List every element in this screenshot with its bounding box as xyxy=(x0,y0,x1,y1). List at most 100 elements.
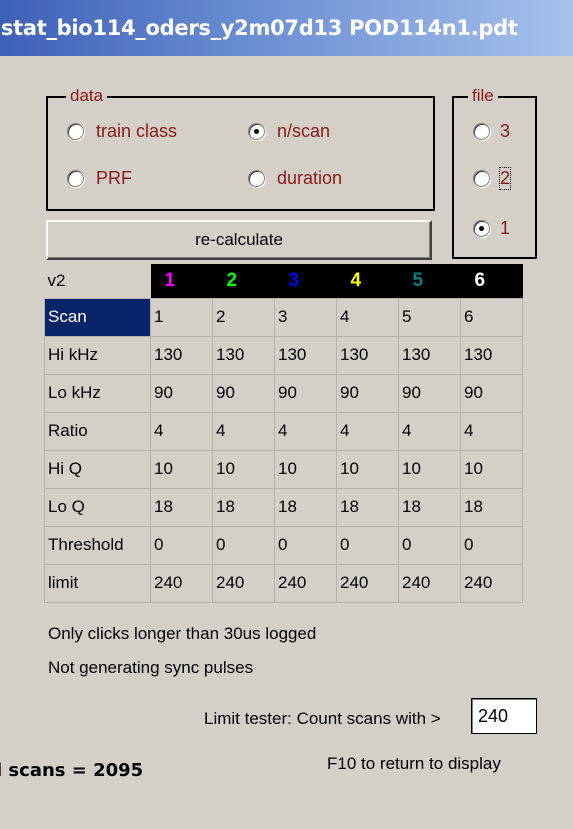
table-cell[interactable]: 2 xyxy=(212,297,275,337)
table-cell[interactable]: 130 xyxy=(460,335,523,375)
table-cell[interactable]: 240 xyxy=(398,563,461,603)
scan-count: l scans = 2095 xyxy=(0,760,144,781)
table-cell[interactable]: 90 xyxy=(460,373,523,413)
table-cell[interactable]: 0 xyxy=(212,525,275,565)
data-group-legend: data xyxy=(66,85,108,107)
table-cell[interactable]: 240 xyxy=(336,563,399,603)
table-cell[interactable]: 10 xyxy=(460,449,523,489)
radio-file-1-label: 1 xyxy=(500,218,511,238)
radio-duration[interactable]: duration xyxy=(248,168,342,189)
row-label[interactable]: Scan xyxy=(44,297,151,337)
column-header[interactable]: 3 xyxy=(274,264,337,298)
table-cell[interactable]: 0 xyxy=(460,525,523,565)
table-cell[interactable]: 240 xyxy=(150,563,213,603)
limit-tester-label: Limit tester: Count scans with > xyxy=(204,709,441,728)
radio-duration-label: duration xyxy=(277,168,343,188)
table-cell[interactable]: 18 xyxy=(336,487,399,527)
radio-file-3-label: 3 xyxy=(500,121,511,141)
table-cell[interactable]: 10 xyxy=(212,449,275,489)
table-cell[interactable]: 90 xyxy=(274,373,337,413)
table-cell[interactable]: 5 xyxy=(398,297,461,337)
row-label[interactable]: Lo Q xyxy=(44,487,151,527)
table-cell[interactable]: 240 xyxy=(460,563,523,603)
recalculate-button[interactable]: re-calculate xyxy=(46,220,432,260)
table-cell[interactable]: 90 xyxy=(398,373,461,413)
table-cell[interactable]: 4 xyxy=(274,411,337,451)
table-cell[interactable]: 4 xyxy=(460,411,523,451)
column-header[interactable]: 5 xyxy=(398,264,461,298)
table-cell[interactable]: 90 xyxy=(212,373,275,413)
column-header[interactable]: 1 xyxy=(150,264,213,298)
table-cell[interactable]: 6 xyxy=(460,297,523,337)
row-label[interactable]: Ratio xyxy=(44,411,151,451)
table-cell[interactable]: 4 xyxy=(150,411,213,451)
table-cell[interactable]: 18 xyxy=(398,487,461,527)
table-cell[interactable]: 3 xyxy=(274,297,337,337)
radio-file-2[interactable]: 2 xyxy=(473,167,512,190)
radio-n-scan-label: n/scan xyxy=(277,121,331,141)
table-cell[interactable]: 130 xyxy=(150,335,213,375)
table-row: Threshold 0 0 0 0 0 0 xyxy=(44,525,523,565)
table-row: Ratio 4 4 4 4 4 4 xyxy=(44,411,523,451)
radio-file-2-label: 2 xyxy=(498,167,512,190)
radio-n-scan-indicator xyxy=(248,123,265,140)
table-cell[interactable]: 10 xyxy=(336,449,399,489)
table-header-row: v2 1 2 3 4 5 6 xyxy=(45,264,523,298)
table-row: Scan 1 2 3 4 5 6 xyxy=(44,297,523,337)
table-cell[interactable]: 130 xyxy=(336,335,399,375)
table-cell[interactable]: 240 xyxy=(212,563,275,603)
table-cell[interactable]: 130 xyxy=(212,335,275,375)
table-cell[interactable]: 90 xyxy=(150,373,213,413)
table-row: Hi Q 10 10 10 10 10 10 xyxy=(44,449,523,489)
table-cell[interactable]: 18 xyxy=(212,487,275,527)
row-label[interactable]: Hi kHz xyxy=(44,335,151,375)
clicks-note: Only clicks longer than 30us logged xyxy=(48,624,317,643)
table-cell[interactable]: 4 xyxy=(398,411,461,451)
radio-duration-indicator xyxy=(248,170,265,187)
limit-tester-input[interactable] xyxy=(471,698,537,734)
table-cell[interactable]: 18 xyxy=(460,487,523,527)
table-row: Lo Q 18 18 18 18 18 18 xyxy=(44,487,523,527)
table-cell[interactable]: 10 xyxy=(150,449,213,489)
file-group-legend: file xyxy=(468,85,498,107)
table-cell[interactable]: 4 xyxy=(336,411,399,451)
radio-prf-label: PRF xyxy=(96,168,132,188)
table-cell[interactable]: 4 xyxy=(336,297,399,337)
table-cell[interactable]: 1 xyxy=(150,297,213,337)
column-header[interactable]: 4 xyxy=(336,264,399,298)
table-cell[interactable]: 4 xyxy=(212,411,275,451)
table-corner-label: v2 xyxy=(47,270,66,290)
table-cell[interactable]: 130 xyxy=(274,335,337,375)
table-cell[interactable]: 90 xyxy=(336,373,399,413)
radio-file-1[interactable]: 1 xyxy=(473,218,510,239)
window-titlebar: lstat_bio114_oders_y2m07d13 POD114n1.pdt xyxy=(0,0,573,56)
table-cell[interactable]: 18 xyxy=(274,487,337,527)
radio-train-class-label: train class xyxy=(96,121,178,141)
radio-file-3-indicator xyxy=(473,123,490,140)
table-cell[interactable]: 0 xyxy=(336,525,399,565)
table-cell[interactable]: 0 xyxy=(274,525,337,565)
row-label[interactable]: Threshold xyxy=(44,525,151,565)
column-header[interactable]: 6 xyxy=(460,264,523,298)
radio-prf-indicator xyxy=(67,170,84,187)
radio-n-scan[interactable]: n/scan xyxy=(248,121,330,142)
radio-file-3[interactable]: 3 xyxy=(473,121,510,142)
radio-train-class-indicator xyxy=(67,123,84,140)
column-header[interactable]: 2 xyxy=(212,264,275,298)
table-cell[interactable]: 0 xyxy=(398,525,461,565)
row-label[interactable]: limit xyxy=(44,563,151,603)
row-label[interactable]: Lo kHz xyxy=(44,373,151,413)
table-cell[interactable]: 10 xyxy=(398,449,461,489)
radio-prf[interactable]: PRF xyxy=(67,168,132,189)
table-cell[interactable]: 240 xyxy=(274,563,337,603)
table-cell[interactable]: 130 xyxy=(398,335,461,375)
table-cell[interactable]: 0 xyxy=(150,525,213,565)
results-table: v2 1 2 3 4 5 6 Scan 1 2 3 4 5 6 Hi kHz 130 130 130 130 130 1… xyxy=(44,264,523,603)
table-cell[interactable]: 18 xyxy=(150,487,213,527)
table-cell[interactable]: 10 xyxy=(274,449,337,489)
row-label[interactable]: Hi Q xyxy=(44,449,151,489)
radio-train-class[interactable]: train class xyxy=(67,121,177,142)
sync-note: Not generating sync pulses xyxy=(48,658,254,677)
radio-file-1-indicator xyxy=(473,220,490,237)
radio-file-2-indicator xyxy=(473,170,490,187)
